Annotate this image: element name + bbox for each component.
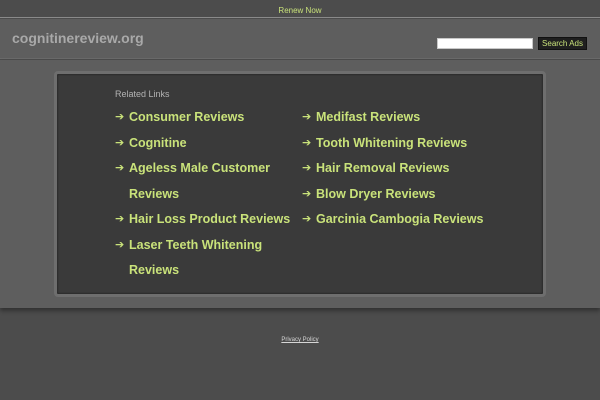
arrow-right-icon: ➔ xyxy=(115,111,125,123)
related-link-label[interactable]: Hair Removal Reviews xyxy=(316,161,449,175)
top-bar: Renew Now xyxy=(0,0,600,18)
related-link-label[interactable]: Blow Dryer Reviews xyxy=(316,187,436,201)
related-link[interactable]: ➔ Hair Removal Reviews xyxy=(302,156,502,182)
header: cognitinereview.org Search Ads xyxy=(0,19,600,59)
related-link[interactable]: ➔ Hair Loss Product Reviews xyxy=(115,207,295,233)
related-link[interactable]: ➔ Cognitine xyxy=(115,131,295,157)
arrow-right-icon: ➔ xyxy=(302,187,312,200)
related-link[interactable]: ➔ Consumer Reviews xyxy=(115,105,295,131)
related-link-label[interactable]: Consumer Reviews xyxy=(129,110,244,124)
arrow-right-icon: ➔ xyxy=(302,136,312,149)
related-link[interactable]: ➔ Laser Teeth Whitening Reviews xyxy=(115,233,295,284)
search-ads-button[interactable]: Search Ads xyxy=(538,37,587,50)
privacy-policy-link[interactable]: Privacy Policy xyxy=(281,337,318,343)
arrow-right-icon: ➔ xyxy=(115,136,125,149)
related-link-label[interactable]: Medifast Reviews xyxy=(316,110,420,124)
arrow-right-icon: ➔ xyxy=(302,162,312,174)
arrow-right-icon: ➔ xyxy=(302,111,312,123)
related-link-label[interactable]: Laser Teeth Whitening Reviews xyxy=(129,238,262,278)
related-link-label[interactable]: Ageless Male Customer Reviews xyxy=(129,161,270,201)
related-links-right-column: ➔ Medifast Reviews ➔ Tooth Whitening Revie… xyxy=(302,105,502,233)
footer: Privacy Policy xyxy=(0,328,600,346)
related-link[interactable]: ➔ Blow Dryer Reviews xyxy=(302,182,502,208)
search-input[interactable] xyxy=(437,38,533,49)
main-section: Related Links ➔ Consumer Reviews ➔ Cogniti… xyxy=(0,60,600,308)
related-link[interactable]: ➔ Garcinia Cambogia Reviews xyxy=(302,207,502,233)
related-link[interactable]: ➔ Ageless Male Customer Reviews xyxy=(115,156,295,207)
related-link-label[interactable]: Garcinia Cambogia Reviews xyxy=(316,212,483,226)
arrow-right-icon: ➔ xyxy=(115,238,125,251)
site-name: cognitinereview.org xyxy=(12,30,144,46)
related-links-left-column: ➔ Consumer Reviews ➔ Cognitine ➔ Ageless Ma… xyxy=(115,105,295,284)
renew-now-link[interactable]: Renew Now xyxy=(278,6,321,15)
arrow-right-icon: ➔ xyxy=(302,213,312,225)
related-link[interactable]: ➔ Medifast Reviews xyxy=(302,105,502,131)
related-links-title: Related Links xyxy=(115,89,170,99)
related-links-panel: Related Links ➔ Consumer Reviews ➔ Cogniti… xyxy=(54,71,546,297)
arrow-right-icon: ➔ xyxy=(115,162,125,174)
related-link-label[interactable]: Tooth Whitening Reviews xyxy=(316,136,467,150)
arrow-right-icon: ➔ xyxy=(115,213,125,225)
related-link-label[interactable]: Hair Loss Product Reviews xyxy=(129,212,290,226)
related-link[interactable]: ➔ Tooth Whitening Reviews xyxy=(302,131,502,157)
related-link-label[interactable]: Cognitine xyxy=(129,136,187,150)
